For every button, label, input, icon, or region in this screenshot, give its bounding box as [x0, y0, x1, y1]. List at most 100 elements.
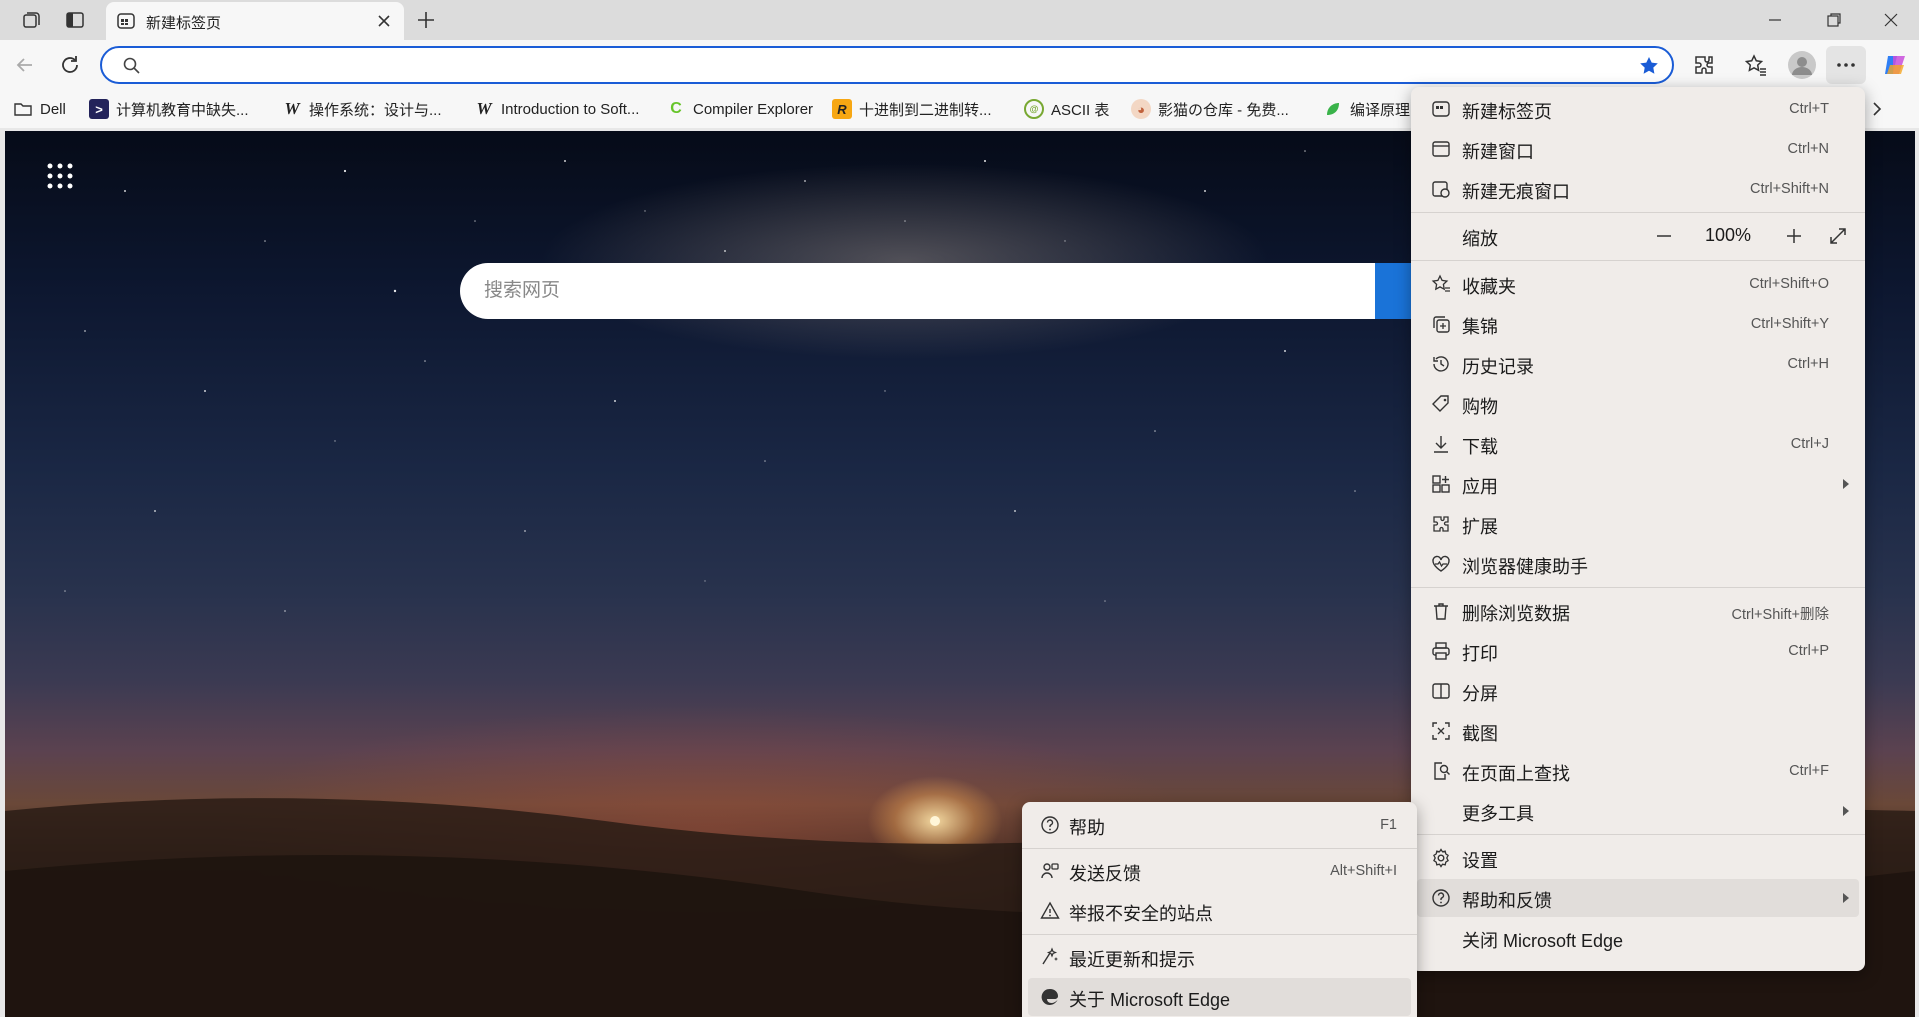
menu-item-label: 帮助 [1069, 818, 1105, 838]
r-icon: R [832, 99, 852, 119]
history-icon [1431, 354, 1451, 374]
menu-item-shopping[interactable]: 购物 [1417, 385, 1859, 423]
zoom-in-button[interactable] [1777, 217, 1811, 255]
submenu-item-about-edge[interactable]: 关于 Microsoft Edge [1028, 978, 1411, 1016]
full-screen-button[interactable] [1821, 217, 1855, 255]
bookmark-item[interactable]: W 操作系统：设计与... [282, 97, 441, 121]
bookmark-item[interactable]: > 计算机教育中缺失... [89, 97, 249, 121]
menu-item-browser-essentials[interactable]: 浏览器健康助手 [1417, 545, 1859, 583]
zoom-level: 100% [1705, 225, 1752, 245]
menu-item-label: 购物 [1462, 397, 1498, 417]
more-dots-icon [1834, 53, 1858, 77]
menu-item-print[interactable]: 打印 Ctrl+P [1417, 632, 1859, 670]
help-question-icon [1431, 888, 1451, 908]
compiler-explorer-icon: C [670, 100, 682, 117]
split-screen-icon [1431, 681, 1451, 701]
menu-item-label: 设置 [1462, 851, 1498, 871]
address-bar[interactable] [100, 46, 1674, 84]
workspaces-icon[interactable] [20, 9, 42, 31]
ascii-icon: @ [1024, 99, 1044, 119]
address-input[interactable] [158, 54, 1558, 76]
leaf-icon [1323, 99, 1343, 119]
zoom-out-button[interactable] [1647, 217, 1681, 255]
menu-item-shortcut: Ctrl+Shift+删除 [1731, 607, 1830, 623]
menu-item-apps[interactable]: 应用 [1417, 465, 1859, 503]
close-tab-icon[interactable] [374, 11, 394, 31]
submenu-item-report-unsafe-site[interactable]: 举报不安全的站点 [1028, 892, 1411, 930]
tab-strip: 新建标签页 [0, 0, 1919, 40]
heart-pulse-icon [1431, 554, 1451, 574]
bookmark-item[interactable]: C Compiler Explorer [666, 97, 813, 121]
menu-item-new-inprivate-window[interactable]: 新建无痕窗口 Ctrl+Shift+N [1417, 170, 1859, 208]
extensions-icon[interactable] [1691, 52, 1717, 78]
menu-item-history[interactable]: 历史记录 Ctrl+H [1417, 345, 1859, 383]
back-icon[interactable] [12, 52, 38, 78]
folder-icon [13, 99, 33, 119]
menu-item-new-window[interactable]: 新建窗口 Ctrl+N [1417, 130, 1859, 168]
menu-item-label: 打印 [1462, 644, 1498, 664]
web-search-box[interactable] [460, 263, 1380, 319]
menu-item-label: 新建窗口 [1462, 142, 1534, 162]
web-search-input[interactable] [484, 279, 1344, 303]
menu-separator [1411, 260, 1865, 261]
apps-launcher-icon[interactable] [45, 161, 75, 191]
bookmarks-overflow-chevron-icon[interactable] [1867, 99, 1887, 119]
menu-item-extensions[interactable]: 扩展 [1417, 505, 1859, 543]
bookmark-item[interactable]: R 十进制到二进制转... [832, 97, 992, 121]
menu-item-close-edge[interactable]: 关闭 Microsoft Edge [1417, 919, 1859, 957]
collections-icon [1431, 314, 1451, 334]
menu-item-zoom: 缩放 100% [1417, 217, 1859, 255]
bookmark-item[interactable]: Dell [13, 97, 66, 121]
tab-new-tab[interactable]: 新建标签页 [106, 2, 404, 40]
menu-item-more-tools[interactable]: 更多工具 [1417, 792, 1859, 830]
restore-icon[interactable] [1822, 8, 1846, 32]
new-tab-button[interactable] [414, 8, 438, 32]
menu-item-favorites[interactable]: 收藏夹 Ctrl+Shift+O [1417, 265, 1859, 303]
new-tab-icon [1431, 99, 1451, 119]
vertical-tabs-icon[interactable] [64, 9, 86, 31]
close-window-icon[interactable] [1879, 8, 1903, 32]
copilot-icon[interactable] [1880, 50, 1910, 80]
menu-item-split-screen[interactable]: 分屏 [1417, 672, 1859, 710]
search-icon [122, 56, 142, 76]
menu-separator [1022, 848, 1417, 849]
profile-avatar-icon[interactable] [1787, 50, 1817, 80]
submenu-item-whats-new[interactable]: 最近更新和提示 [1028, 938, 1411, 976]
submenu-item-help[interactable]: 帮助 F1 [1028, 806, 1411, 844]
menu-item-new-tab[interactable]: 新建标签页 Ctrl+T [1417, 90, 1859, 128]
bookmark-item[interactable]: ◕ 影猫の仓库 - 免费... [1131, 97, 1289, 121]
menu-item-shortcut: Alt+Shift+I [1330, 863, 1397, 879]
menu-item-downloads[interactable]: 下载 Ctrl+J [1417, 425, 1859, 463]
bookmark-item[interactable]: 编译原理 [1323, 97, 1410, 121]
menu-item-shortcut: Ctrl+Shift+N [1750, 181, 1829, 197]
bookmark-label: 影猫の仓库 - 免费... [1158, 101, 1289, 119]
menu-separator [1411, 587, 1865, 588]
menu-item-collections[interactable]: 集锦 Ctrl+Shift+Y [1417, 305, 1859, 343]
menu-item-label: 举报不安全的站点 [1069, 904, 1213, 924]
sparkle-icon [1040, 947, 1060, 967]
bookmark-label: 十进制到二进制转... [859, 101, 992, 119]
newtab-page-icon [116, 11, 136, 31]
menu-item-label: 集锦 [1462, 317, 1498, 337]
menu-item-find-on-page[interactable]: 在页面上查找 Ctrl+F [1417, 752, 1859, 790]
submenu-arrow-icon [1843, 479, 1849, 489]
menu-separator [1022, 934, 1417, 935]
menu-item-label: 关于 Microsoft Edge [1069, 990, 1231, 1010]
menu-item-clear-browsing-data[interactable]: 删除浏览数据 Ctrl+Shift+删除 [1417, 592, 1859, 630]
bookmark-item[interactable]: W Introduction to Soft... [474, 97, 639, 121]
edge-logo-icon [1040, 987, 1060, 1007]
submenu-item-send-feedback[interactable]: 发送反馈 Alt+Shift+I [1028, 852, 1411, 890]
menu-item-help-and-feedback[interactable]: 帮助和反馈 [1417, 879, 1859, 917]
menu-item-shortcut: Ctrl+T [1789, 101, 1829, 117]
minimize-icon[interactable] [1763, 8, 1787, 32]
favorites-icon[interactable] [1743, 52, 1769, 78]
menu-item-settings[interactable]: 设置 [1417, 839, 1859, 877]
refresh-icon[interactable] [57, 52, 83, 78]
submenu-arrow-icon [1843, 806, 1849, 816]
menu-item-screenshot[interactable]: 截图 [1417, 712, 1859, 750]
settings-and-more-button[interactable] [1826, 46, 1866, 84]
toolbar [0, 40, 1919, 90]
favorite-star-icon[interactable] [1638, 55, 1660, 77]
bookmark-label: Compiler Explorer [693, 100, 814, 118]
bookmark-item[interactable]: @ ASCII 表 [1024, 97, 1109, 121]
